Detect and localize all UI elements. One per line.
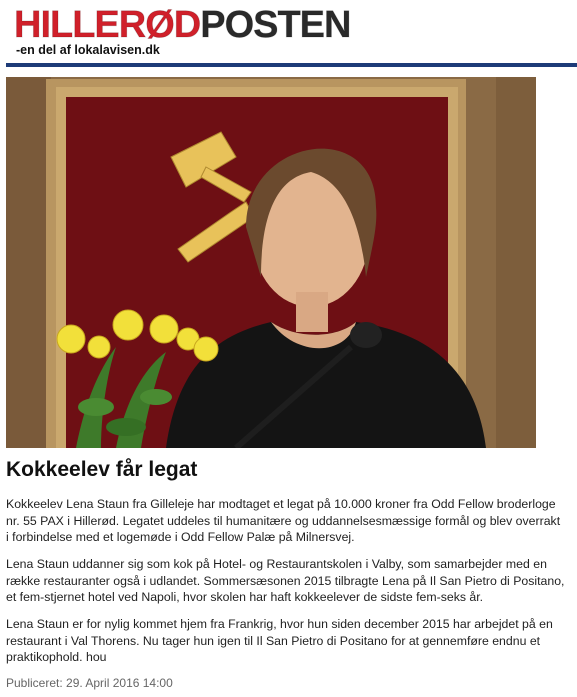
tagline: -en del af lokalavisen.dk bbox=[16, 43, 160, 57]
article-paragraph-2: Lena Staun uddanner sig som kok på Hotel… bbox=[6, 557, 565, 604]
article-paragraph-3: Lena Staun er for nylig kommet hjem fra … bbox=[6, 617, 553, 664]
site-logo[interactable]: HILLERØDPOSTEN bbox=[13, 4, 352, 47]
article-page: HILLERØDPOSTEN -en del af lokalavisen.dk bbox=[0, 0, 577, 697]
article-paragraph-1: Kokkeelev Lena Staun fra Gilleleje har m… bbox=[6, 497, 561, 544]
masthead: HILLERØDPOSTEN -en del af lokalavisen.dk bbox=[0, 0, 577, 68]
article-headline: Kokkeelev får legat bbox=[6, 458, 198, 481]
article-photo bbox=[6, 77, 536, 448]
published-timestamp: Publiceret: 29. April 2016 14:00 bbox=[6, 676, 173, 690]
photo-illustration bbox=[6, 77, 536, 448]
header-divider bbox=[6, 63, 577, 67]
logo-part-hillerod: HILLERØD bbox=[13, 4, 201, 47]
logo-part-posten: POSTEN bbox=[200, 4, 352, 47]
